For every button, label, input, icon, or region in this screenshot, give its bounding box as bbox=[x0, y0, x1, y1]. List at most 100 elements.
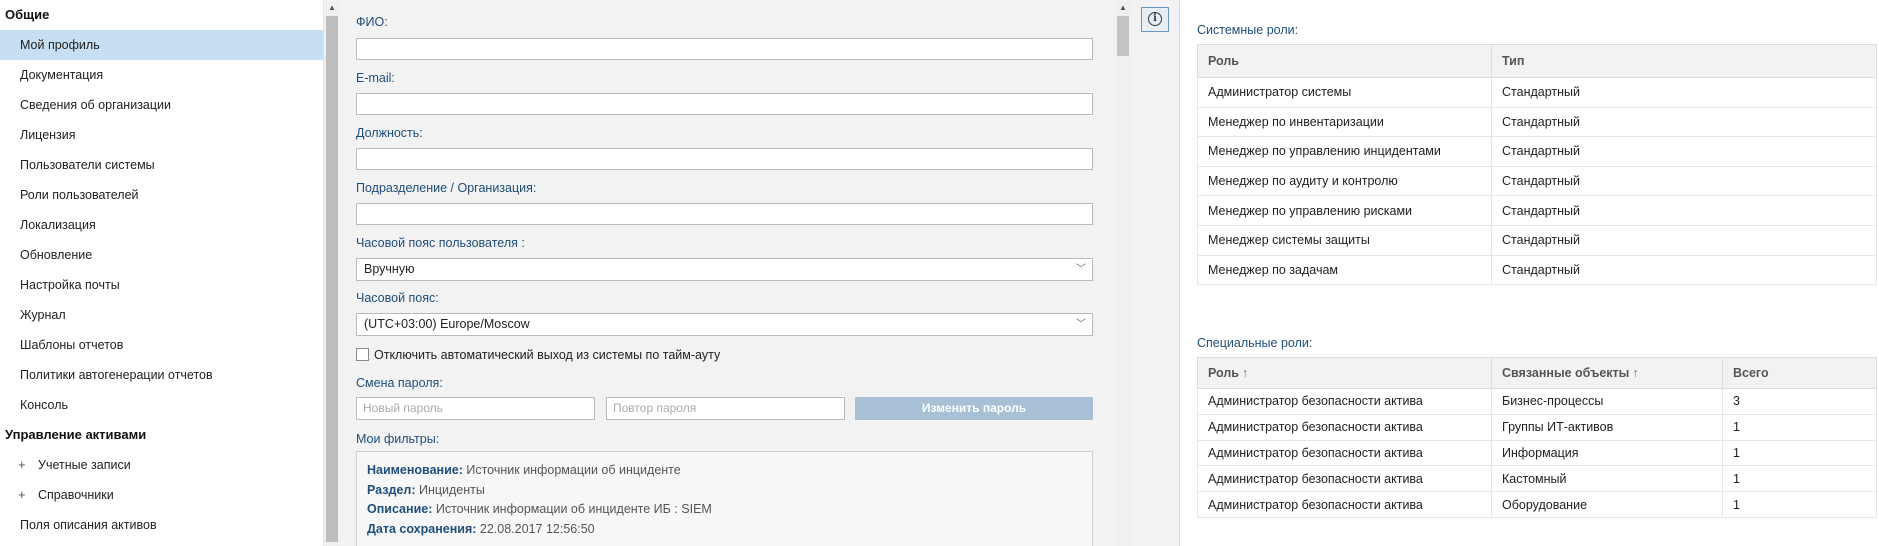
email-input[interactable] bbox=[356, 93, 1093, 115]
timezone-mode-value: Вручную bbox=[364, 262, 415, 276]
expand-plus-icon[interactable]: + bbox=[18, 450, 38, 480]
sidebar-scrollbar[interactable]: ▲ bbox=[323, 0, 340, 546]
table-row[interactable]: Менеджер по управлению рисками Стандартны… bbox=[1197, 195, 1877, 226]
sidebar-menu: Общие Мой профиль Документация Сведения об … bbox=[0, 0, 323, 540]
new-password-input[interactable]: Новый пароль bbox=[356, 397, 595, 420]
filters-label: Мои фильтры: bbox=[356, 432, 440, 446]
sidebar-tree-item[interactable]: + Справочники bbox=[0, 480, 323, 510]
chevron-down-icon: ﹀ bbox=[1076, 319, 1086, 330]
role-cell: Менеджер системы защиты bbox=[1197, 224, 1492, 256]
scroll-up-arrow-icon[interactable]: ▲ bbox=[324, 0, 340, 16]
timezone-label: Часовой пояс: bbox=[356, 291, 439, 305]
table-row[interactable]: Администратор безопасности актива Бизнес-… bbox=[1197, 388, 1877, 415]
column-header-total[interactable]: Всего bbox=[1722, 357, 1877, 389]
info-button[interactable]: i bbox=[1141, 7, 1169, 32]
table-row[interactable]: Менеджер по аудиту и контролю Стандартный bbox=[1197, 165, 1877, 197]
sidebar-item[interactable]: Поля описания активов bbox=[0, 510, 323, 540]
role-cell: Администратор безопасности актива bbox=[1197, 413, 1492, 441]
position-input[interactable] bbox=[356, 148, 1093, 170]
type-cell: Стандартный bbox=[1491, 195, 1877, 226]
settings-sidebar: Общие Мой профиль Документация Сведения об … bbox=[0, 0, 323, 546]
type-cell: Стандартный bbox=[1491, 224, 1877, 256]
table-row[interactable]: Администратор безопасности актива Информа… bbox=[1197, 439, 1877, 467]
sort-arrow-icon[interactable]: ↑ bbox=[1632, 366, 1638, 380]
total-cell: 1 bbox=[1722, 413, 1877, 441]
type-cell: Стандартный bbox=[1491, 165, 1877, 197]
role-cell: Администратор безопасности актива bbox=[1197, 439, 1492, 467]
auto-logout-checkbox[interactable] bbox=[356, 348, 369, 361]
column-header-type[interactable]: Тип bbox=[1491, 44, 1877, 78]
repeat-password-placeholder: Повтор пароля bbox=[613, 401, 697, 415]
total-cell: 1 bbox=[1722, 491, 1877, 518]
sidebar-item[interactable]: Обновление bbox=[0, 240, 323, 270]
sort-arrow-icon[interactable]: ↑ bbox=[1242, 366, 1248, 380]
type-cell: Стандартный bbox=[1491, 136, 1877, 167]
linked-objects-cell: Оборудование bbox=[1491, 491, 1723, 518]
sidebar-scroll-thumb[interactable] bbox=[326, 16, 338, 542]
table-row[interactable]: Администратор безопасности актива Кастомн… bbox=[1197, 465, 1877, 493]
column-header-role[interactable]: Роль bbox=[1197, 44, 1492, 78]
sidebar-item[interactable]: Роли пользователей bbox=[0, 180, 323, 210]
sidebar-item[interactable]: Лицензия bbox=[0, 120, 323, 150]
timezone-value: (UTC+03:00) Europe/Moscow bbox=[364, 317, 530, 331]
scroll-up-arrow-icon[interactable]: ▲ bbox=[1115, 0, 1131, 16]
profile-form: ФИО: E-mail: Должность: Подразделение / … bbox=[340, 0, 1115, 546]
column-header-role[interactable]: Роль ↑ bbox=[1197, 357, 1492, 389]
filter-description-line: Описание: Источник информации об инциден… bbox=[367, 502, 712, 516]
sidebar-item[interactable]: Настройка почты bbox=[0, 270, 323, 300]
info-icon: i bbox=[1148, 12, 1162, 26]
form-scroll-thumb[interactable] bbox=[1117, 16, 1129, 56]
system-roles-title: Системные роли: bbox=[1197, 23, 1299, 37]
timezone-select[interactable]: (UTC+03:00) Europe/Moscow ﹀ bbox=[356, 313, 1093, 336]
sidebar-section-header[interactable]: Управление активами bbox=[0, 420, 323, 450]
filter-name-line: Наименование: Источник информации об инц… bbox=[367, 463, 681, 477]
sidebar-item[interactable]: Журнал bbox=[0, 300, 323, 330]
sidebar-section-header[interactable]: Общие bbox=[0, 0, 323, 30]
sidebar-item[interactable]: Политики автогенерации отчетов bbox=[0, 360, 323, 390]
table-row[interactable]: Администратор безопасности актива Группы … bbox=[1197, 413, 1877, 441]
sidebar-item[interactable]: Консоль bbox=[0, 390, 323, 420]
roles-panel: Системные роли: Роль Тип Администратор с… bbox=[1179, 0, 1879, 546]
department-input[interactable] bbox=[356, 203, 1093, 225]
table-row[interactable]: Администратор безопасности актива Оборудо… bbox=[1197, 491, 1877, 518]
change-password-button[interactable]: Изменить пароль bbox=[855, 397, 1093, 420]
timezone-mode-select[interactable]: Вручную ﹀ bbox=[356, 258, 1093, 281]
saved-filter-card[interactable]: Наименование: Источник информации об инц… bbox=[356, 451, 1093, 546]
table-row[interactable]: Менеджер системы защиты Стандартный bbox=[1197, 224, 1877, 256]
fio-input[interactable] bbox=[356, 38, 1093, 60]
sidebar-item[interactable]: Пользователи системы bbox=[0, 150, 323, 180]
table-row[interactable]: Администратор системы Стандартный bbox=[1197, 77, 1877, 108]
sidebar-tree-item[interactable]: + Учетные записи bbox=[0, 450, 323, 480]
expand-plus-icon[interactable]: + bbox=[18, 480, 38, 510]
role-cell: Менеджер по управлению инцидентами bbox=[1197, 136, 1492, 167]
system-roles-table: Роль Тип Администратор системы Стандартны… bbox=[1197, 44, 1877, 286]
sidebar-item-label: Справочники bbox=[38, 488, 114, 502]
linked-objects-cell: Группы ИТ-активов bbox=[1491, 413, 1723, 441]
role-cell: Администратор системы bbox=[1197, 77, 1492, 108]
sidebar-item[interactable]: Локализация bbox=[0, 210, 323, 240]
total-cell: 3 bbox=[1722, 388, 1877, 415]
type-cell: Стандартный bbox=[1491, 106, 1877, 138]
table-row[interactable]: Менеджер по управлению инцидентами Станда… bbox=[1197, 136, 1877, 167]
email-label: E-mail: bbox=[356, 71, 395, 85]
form-scrollbar[interactable]: ▲ bbox=[1115, 0, 1131, 546]
sidebar-item[interactable]: Шаблоны отчетов bbox=[0, 330, 323, 360]
panel-gap bbox=[1131, 0, 1179, 546]
auto-logout-label: Отключить автоматический выход из систем… bbox=[374, 348, 721, 362]
sidebar-item[interactable]: Документация bbox=[0, 60, 323, 90]
role-cell: Администратор безопасности актива bbox=[1197, 388, 1492, 415]
type-cell: Стандартный bbox=[1491, 77, 1877, 108]
total-cell: 1 bbox=[1722, 465, 1877, 493]
type-cell: Стандартный bbox=[1491, 254, 1877, 286]
sidebar-item[interactable]: Сведения об организации bbox=[0, 90, 323, 120]
repeat-password-input[interactable]: Повтор пароля bbox=[606, 397, 845, 420]
column-header-linked-objects[interactable]: Связанные объекты ↑ bbox=[1491, 357, 1723, 389]
filter-section-line: Раздел: Инциденты bbox=[367, 482, 485, 497]
table-row[interactable]: Менеджер по задачам Стандартный bbox=[1197, 254, 1877, 286]
sidebar-item-active[interactable]: Мой профиль bbox=[0, 30, 323, 60]
table-row[interactable]: Менеджер по инвентаризации Стандартный bbox=[1197, 106, 1877, 138]
linked-objects-cell: Кастомный bbox=[1491, 465, 1723, 493]
auto-logout-option[interactable]: Отключить автоматический выход из систем… bbox=[356, 346, 720, 364]
timezone-mode-label: Часовой пояс пользователя : bbox=[356, 236, 525, 250]
role-cell: Администратор безопасности актива bbox=[1197, 465, 1492, 493]
